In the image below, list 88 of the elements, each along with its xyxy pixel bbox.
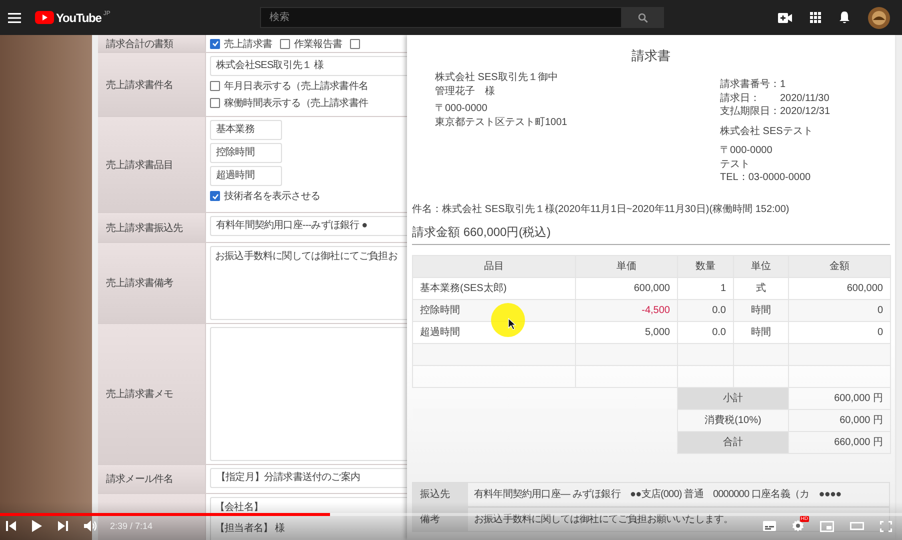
table-cell: 600,000	[788, 277, 890, 299]
recipient-text: 〒000-0000	[435, 102, 488, 115]
settings-icon[interactable]	[792, 520, 804, 532]
summary-label: 消費税(10%)	[678, 409, 788, 431]
table-cell: 基本業務(SES太郎)	[412, 277, 576, 299]
play-icon[interactable]	[32, 520, 42, 532]
input-field[interactable]: 【指定月】分請求書送付のご案内	[210, 468, 410, 488]
previous-icon[interactable]	[6, 521, 16, 531]
column-header: 数量	[678, 255, 734, 277]
column-header: 単位	[734, 255, 788, 277]
subtitles-icon[interactable]	[763, 521, 776, 531]
meta-label: 請求書番号：	[720, 78, 780, 92]
footer-value: 有料年間契約用口座― みずほ銀行 ●●支店(000) 普通 0000000 口座名義（カ ●●●●	[473, 488, 842, 501]
play-logo-icon	[35, 10, 54, 24]
issuer-text: テスト	[720, 158, 751, 171]
fullscreen-icon[interactable]	[880, 520, 892, 532]
next-icon[interactable]	[58, 521, 68, 531]
checkbox-label[interactable]: 売上請求書	[224, 36, 272, 50]
field-label: 請求合計の書類	[98, 35, 206, 52]
recipient-text: 管理花子 様	[435, 85, 496, 98]
checkbox[interactable]	[210, 191, 220, 201]
summary-label: 合計	[678, 431, 788, 453]
input-field[interactable]: 基本業務	[210, 120, 282, 140]
invoice-total: 請求金額 660,000円(税込)	[412, 224, 890, 244]
issuer-text: TEL：03-0000-0000	[720, 171, 812, 184]
meta-value: 2020/11/30	[780, 92, 830, 105]
checkbox[interactable]	[280, 38, 290, 48]
table-cell: 1	[678, 277, 734, 299]
input-field[interactable]: 株式会社SES取引先１ 様	[210, 56, 410, 76]
table-cell: 0.0	[678, 321, 734, 343]
checkbox-label[interactable]: 年月日表示する（売上請求書件名	[224, 79, 368, 93]
avatar-icon[interactable]	[868, 6, 890, 28]
table-cell: 0	[788, 299, 890, 321]
checkbox-label[interactable]: 技術者名を表示させる	[224, 189, 320, 203]
select-field[interactable]: 有料年間契約用口座---みずほ銀行 ●	[210, 216, 410, 236]
pointer-cursor-icon	[508, 318, 516, 330]
field-label: 請求メール件名	[98, 465, 206, 493]
summary-value: 660,000 円	[788, 431, 890, 453]
table-cell: 時間	[734, 299, 788, 321]
footer-label: 備考	[413, 508, 468, 530]
checkbox-label[interactable]: 作業報告書	[294, 36, 342, 50]
table-cell: 時間	[734, 321, 788, 343]
summary-value: 600,000 円	[788, 387, 890, 409]
time-display: 2:39 / 7:14	[110, 521, 153, 531]
table-cell: 式	[734, 277, 788, 299]
search-icon	[638, 12, 648, 22]
summary-value: 60,000 円	[788, 409, 890, 431]
checkbox[interactable]	[210, 38, 220, 48]
recipient-text: 株式会社 SES取引先１御中	[435, 71, 559, 84]
search-field[interactable]: 検索	[260, 7, 622, 28]
volume-icon[interactable]	[84, 520, 98, 532]
checkbox-label[interactable]: 稼働時間表示する（売上請求書件	[224, 96, 368, 110]
table-cell: 5,000	[576, 321, 678, 343]
table-cell: 0.0	[678, 299, 734, 321]
issuer-text: 〒000-0000	[720, 144, 774, 158]
footer-label: 振込先	[413, 482, 468, 506]
column-header: 単価	[576, 255, 678, 277]
bell-icon[interactable]	[839, 11, 850, 24]
footer-value: お振込手数料に関しては御社にてご負担お願いいたします。	[473, 512, 734, 526]
checkbox[interactable]	[210, 81, 220, 91]
field-label: 売上請求書振込先	[98, 213, 206, 242]
table-cell: 600,000	[576, 277, 678, 299]
recipient-text: 東京都テスト区テスト町1001	[435, 116, 568, 129]
checkbox[interactable]	[210, 98, 220, 108]
logo-text[interactable]: YouTube	[56, 10, 102, 24]
checkbox[interactable]	[350, 38, 360, 48]
input-field[interactable]: 超過時間	[210, 166, 282, 186]
table-cell: -4,500	[576, 299, 678, 321]
issuer-text: 株式会社 SESテスト	[720, 124, 814, 138]
invoice-subject: 件名：株式会社 SES取引先１様(2020年11月1日~2020年11月30日)(稼働時間 152:00)	[412, 202, 790, 216]
apps-grid-icon[interactable]	[810, 12, 821, 23]
input-field[interactable]: 控除時間	[210, 143, 282, 163]
summary-label: 小計	[678, 387, 788, 409]
search-button[interactable]	[622, 7, 664, 28]
meta-label: 支払期限日：	[720, 105, 780, 118]
column-header: 品目	[412, 255, 576, 277]
meta-label: 請求日：	[720, 92, 761, 105]
field-label: 売上請求書備考	[98, 243, 206, 323]
meta-value: 1	[780, 78, 786, 92]
field-label: 売上請求書品目	[98, 117, 206, 212]
column-header: 金額	[788, 255, 890, 277]
video-camera-icon[interactable]	[778, 12, 792, 22]
menu-icon[interactable]	[8, 12, 21, 22]
field-label: 売上請求書メモ	[98, 324, 206, 464]
table-cell: 0	[788, 321, 890, 343]
field-label: 売上請求書件名	[98, 53, 206, 116]
invoice-title: 請求書	[630, 47, 672, 65]
meta-value: 2020/12/31	[780, 105, 830, 118]
